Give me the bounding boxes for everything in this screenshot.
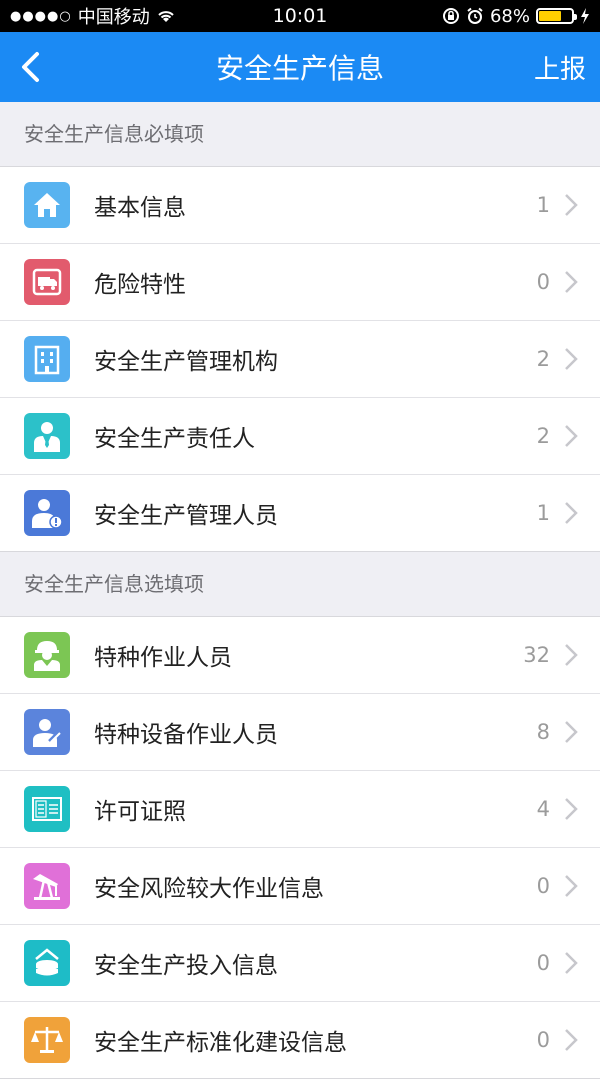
section-header-optional: 安全生产信息选填项 xyxy=(0,552,600,617)
battery-icon xyxy=(536,8,577,24)
list-item-count: 1 xyxy=(536,501,550,525)
report-button[interactable]: 上报 xyxy=(534,49,600,86)
chevron-right-icon xyxy=(565,1029,578,1051)
list-item-count: 0 xyxy=(536,874,550,898)
list-item-count: 8 xyxy=(536,720,550,744)
equipment-operator-icon xyxy=(24,709,70,755)
alarm-icon xyxy=(467,7,483,24)
carrier-label: 中国移动 xyxy=(77,7,150,28)
chevron-right-icon xyxy=(565,721,578,743)
investment-icon xyxy=(24,940,70,986)
list-item-label: 安全生产标准化建设信息 xyxy=(94,1030,347,1056)
hazard-truck-icon xyxy=(24,259,70,305)
chevron-right-icon xyxy=(565,502,578,524)
charging-bolt-icon xyxy=(581,8,589,24)
chevron-right-icon xyxy=(565,952,578,974)
list-item-special-workers[interactable]: 特种作业人员 32 xyxy=(0,617,600,694)
list-item-safety-managers[interactable]: 安全生产管理人员 1 xyxy=(0,475,600,551)
oil-pump-icon xyxy=(24,863,70,909)
person-suit-icon xyxy=(24,413,70,459)
list-item-safety-investment[interactable]: 安全生产投入信息 0 xyxy=(0,925,600,1002)
chevron-right-icon xyxy=(565,875,578,897)
chevron-right-icon xyxy=(565,798,578,820)
list-item-high-risk-operations[interactable]: 安全风险较大作业信息 0 xyxy=(0,848,600,925)
worker-helmet-icon xyxy=(24,632,70,678)
list-item-label: 许可证照 xyxy=(94,799,186,825)
chevron-right-icon xyxy=(565,425,578,447)
list-item-hazard-properties[interactable]: 危险特性 0 xyxy=(0,244,600,321)
list-item-label: 基本信息 xyxy=(94,195,186,221)
license-icon xyxy=(24,786,70,832)
list-item-label: 安全生产管理机构 xyxy=(94,349,278,375)
manager-alert-icon xyxy=(24,490,70,536)
page-title: 安全生产信息 xyxy=(215,52,384,85)
list-item-label: 危险特性 xyxy=(94,272,186,298)
status-right: 68% xyxy=(442,6,590,27)
list-item-label: 特种作业人员 xyxy=(94,645,232,671)
status-bar: ●●●●○ 中国移动 10:01 68% xyxy=(0,0,600,32)
list-item-count: 2 xyxy=(536,347,550,371)
rotation-lock-icon xyxy=(442,8,459,24)
building-icon xyxy=(24,336,70,382)
chevron-right-icon xyxy=(565,194,578,216)
status-left: ●●●●○ 中国移动 xyxy=(10,3,176,29)
chevron-right-icon xyxy=(565,271,578,293)
list-item-label: 安全生产责任人 xyxy=(94,426,255,452)
list-item-count: 32 xyxy=(523,643,550,667)
list-item-count: 0 xyxy=(536,1028,550,1052)
list-item-label: 安全生产管理人员 xyxy=(94,503,278,529)
list-item-safety-responsible[interactable]: 安全生产责任人 2 xyxy=(0,398,600,475)
required-info-list: 基本信息 1 危险特性 0 安全生产管理机构 2 安全生产责任人 2 安全生产管… xyxy=(0,167,600,552)
home-icon xyxy=(24,182,70,228)
chevron-left-icon xyxy=(22,52,39,82)
wifi-icon xyxy=(158,11,174,22)
chevron-right-icon xyxy=(565,348,578,370)
list-item-basic-info[interactable]: 基本信息 1 xyxy=(0,167,600,244)
list-item-label: 安全风险较大作业信息 xyxy=(94,876,324,902)
signal-strength-icon: ●●●●○ xyxy=(10,8,72,24)
list-item-count: 1 xyxy=(536,193,550,217)
list-item-count: 0 xyxy=(536,951,550,975)
list-item-count: 2 xyxy=(536,424,550,448)
list-item-count: 0 xyxy=(536,270,550,294)
back-button[interactable] xyxy=(0,32,60,102)
navigation-bar: 安全生产信息 上报 xyxy=(0,32,600,102)
optional-info-list: 特种作业人员 32 特种设备作业人员 8 许可证照 4 安全风险较大作业信息 0… xyxy=(0,617,600,1079)
chevron-right-icon xyxy=(565,644,578,666)
list-item-special-equipment-workers[interactable]: 特种设备作业人员 8 xyxy=(0,694,600,771)
list-item-count: 4 xyxy=(536,797,550,821)
list-item-label: 安全生产投入信息 xyxy=(94,953,278,979)
scale-icon xyxy=(24,1017,70,1063)
list-item-safety-org[interactable]: 安全生产管理机构 2 xyxy=(0,321,600,398)
battery-percent: 68% xyxy=(489,5,530,27)
list-item-label: 特种设备作业人员 xyxy=(94,722,278,748)
section-header-required: 安全生产信息必填项 xyxy=(0,102,600,167)
list-item-permits[interactable]: 许可证照 4 xyxy=(0,771,600,848)
